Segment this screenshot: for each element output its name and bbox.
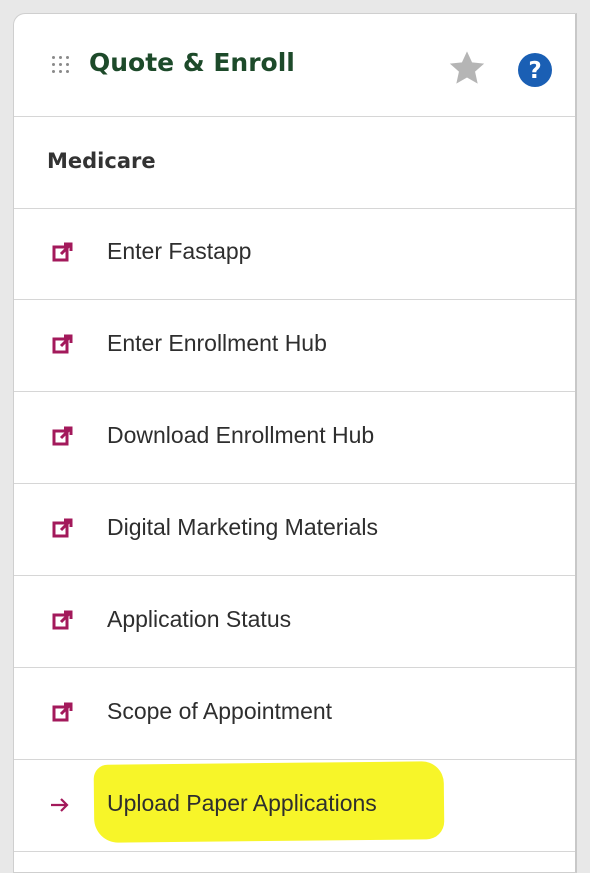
external-link-icon [52, 610, 73, 630]
menu-item-label: Enter Enrollment Hub [107, 330, 327, 356]
external-link-icon [52, 334, 73, 354]
help-icon[interactable]: ? [517, 52, 553, 88]
quote-enroll-panel: Quote & Enroll ? Medicare Enter Fastapp … [13, 13, 577, 873]
menu-item-label: Enter Fastapp [107, 238, 252, 264]
external-link-icon [52, 242, 73, 262]
section-header-medicare: Medicare [14, 116, 575, 209]
panel-title: Quote & Enroll [89, 48, 295, 77]
menu-item-enter-fastapp[interactable]: Enter Fastapp [14, 208, 575, 300]
favorite-star-icon[interactable] [446, 47, 488, 89]
menu-item-upload-paper-applications[interactable]: Upload Paper Applications [14, 760, 575, 852]
menu-item-digital-marketing-materials[interactable]: Digital Marketing Materials [14, 484, 575, 576]
panel-header: Quote & Enroll ? [14, 14, 575, 117]
menu-item-label: Scope of Appointment [107, 698, 333, 724]
svg-text:?: ? [528, 58, 541, 84]
menu-item-scope-of-appointment[interactable]: Scope of Appointment [14, 668, 575, 760]
menu-item-application-status[interactable]: Application Status [14, 576, 575, 668]
menu-item-download-enrollment-hub[interactable]: Download Enrollment Hub [14, 392, 575, 484]
arrow-right-icon [51, 798, 69, 812]
external-link-icon [52, 702, 73, 722]
section-label: Medicare [47, 149, 156, 173]
external-link-icon [52, 518, 73, 538]
menu-item-label: Upload Paper Applications [107, 790, 377, 816]
menu-item-label: Application Status [107, 606, 292, 632]
menu-item-label: Digital Marketing Materials [107, 514, 378, 540]
external-link-icon [52, 426, 73, 446]
menu-item-label: Download Enrollment Hub [107, 422, 375, 448]
drag-grip-icon[interactable] [52, 56, 72, 76]
menu-item-enter-enrollment-hub[interactable]: Enter Enrollment Hub [14, 300, 575, 392]
